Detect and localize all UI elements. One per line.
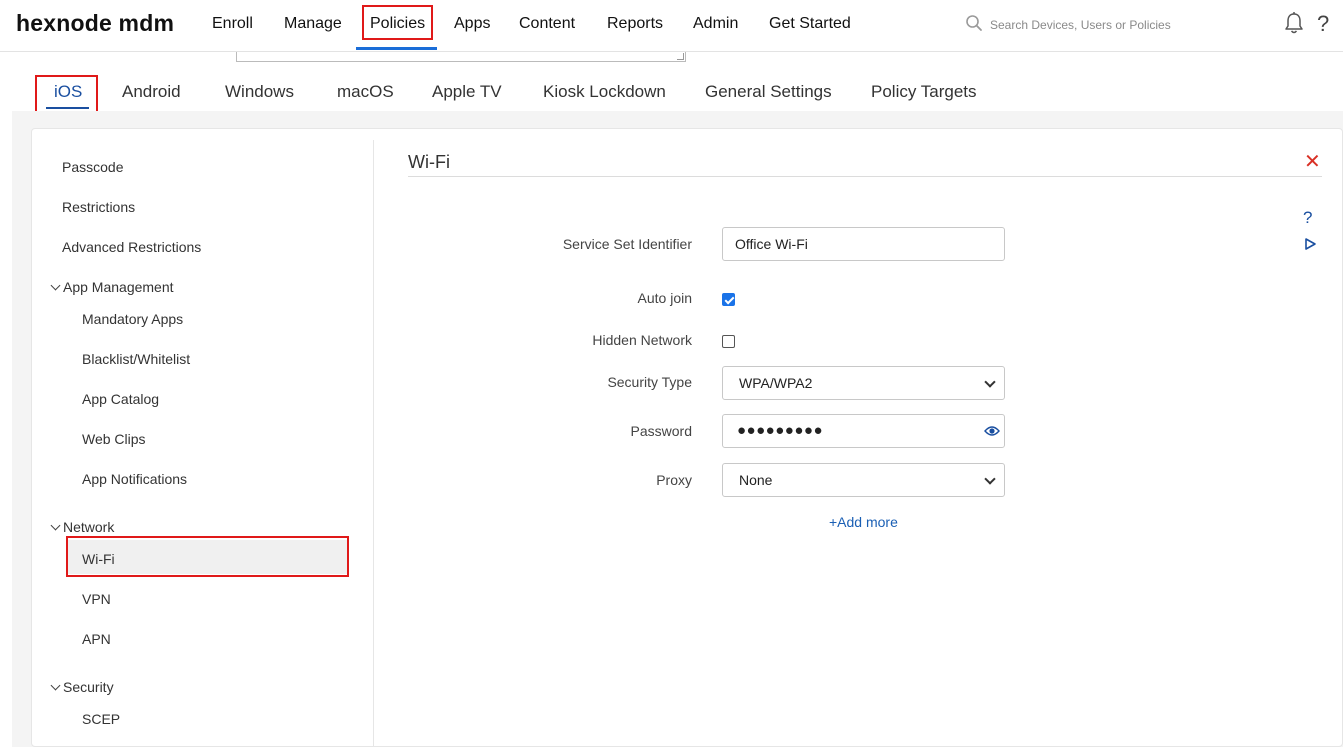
sidebar-item-app-catalog[interactable]: App Catalog xyxy=(82,391,159,407)
sidebar-item-scep[interactable]: SCEP xyxy=(82,711,120,727)
nav-admin[interactable]: Admin xyxy=(693,15,738,33)
sidebar-group-network[interactable]: Network xyxy=(50,519,115,535)
chevron-down-icon xyxy=(984,473,996,485)
tab-active-underline xyxy=(46,107,89,109)
security-type-label: Security Type xyxy=(607,374,692,390)
tab-general-settings[interactable]: General Settings xyxy=(705,82,832,102)
proxy-select[interactable]: None xyxy=(722,463,1005,497)
hidden-network-label: Hidden Network xyxy=(592,332,692,348)
sidebar-item-passcode[interactable]: Passcode xyxy=(62,159,123,175)
nav-apps[interactable]: Apps xyxy=(454,15,490,33)
sidebar-item-vpn[interactable]: VPN xyxy=(82,591,111,607)
password-input[interactable]: ●●●●●●●●● xyxy=(722,414,1005,448)
search-input[interactable] xyxy=(990,14,1250,36)
password-label: Password xyxy=(630,423,692,439)
sidebar-item-web-clips[interactable]: Web Clips xyxy=(82,431,146,447)
security-type-value: WPA/WPA2 xyxy=(739,375,813,391)
chevron-down-icon xyxy=(50,680,61,691)
nav-get-started[interactable]: Get Started xyxy=(769,15,851,33)
nav-manage[interactable]: Manage xyxy=(284,15,342,33)
ssid-input[interactable] xyxy=(722,227,1005,261)
add-more-link[interactable]: +Add more xyxy=(829,514,898,530)
sidebar-item-wi-fi[interactable]: Wi-Fi xyxy=(82,551,115,567)
textarea-remnant[interactable] xyxy=(236,52,686,62)
sidebar-item-app-notifications[interactable]: App Notifications xyxy=(82,471,187,487)
proxy-value: None xyxy=(739,472,773,488)
sidebar-group-security[interactable]: Security xyxy=(50,679,114,695)
help-icon[interactable]: ? xyxy=(1317,11,1329,37)
proxy-label: Proxy xyxy=(656,472,692,488)
nav-policies[interactable]: Policies xyxy=(370,15,425,33)
nav-content[interactable]: Content xyxy=(519,15,575,33)
security-type-select[interactable]: WPA/WPA2 xyxy=(722,366,1005,400)
sidebar-divider xyxy=(373,140,374,747)
tab-policy-targets[interactable]: Policy Targets xyxy=(871,82,977,102)
auto-join-label: Auto join xyxy=(637,290,692,306)
tab-kiosk-lockdown[interactable]: Kiosk Lockdown xyxy=(543,82,666,102)
resize-grip-icon xyxy=(677,53,684,60)
hidden-network-checkbox[interactable] xyxy=(722,335,735,348)
ssid-label: Service Set Identifier xyxy=(562,236,692,252)
search-icon[interactable] xyxy=(965,14,983,32)
nav-enroll[interactable]: Enroll xyxy=(212,15,253,33)
nav-active-underline xyxy=(356,47,437,50)
sidebar-item-blacklist-whitelist[interactable]: Blacklist/Whitelist xyxy=(82,351,190,367)
sidebar-group-label: App Management xyxy=(63,279,174,295)
tab-macos[interactable]: macOS xyxy=(337,82,394,102)
tab-apple-tv[interactable]: Apple TV xyxy=(432,82,502,102)
sidebar-item-apn[interactable]: APN xyxy=(82,631,111,647)
sidebar-group-label: Security xyxy=(63,679,114,695)
tab-ios[interactable]: iOS xyxy=(54,82,82,102)
chevron-down-icon xyxy=(50,280,61,291)
section-divider xyxy=(408,176,1322,177)
nav-reports[interactable]: Reports xyxy=(607,15,663,33)
app-logo[interactable]: hexnode mdm xyxy=(16,10,174,37)
help-icon[interactable]: ? xyxy=(1303,208,1312,228)
section-title: Wi-Fi xyxy=(408,152,450,172)
chevron-down-icon xyxy=(984,376,996,388)
password-masked-value: ●●●●●●●●● xyxy=(737,422,824,439)
tab-android[interactable]: Android xyxy=(122,82,181,102)
top-navigation-bar: hexnode mdm Enroll Manage Policies Apps … xyxy=(0,0,1343,52)
sidebar-item-mandatory-apps[interactable]: Mandatory Apps xyxy=(82,311,183,327)
auto-join-checkbox[interactable] xyxy=(722,293,735,306)
play-icon[interactable] xyxy=(1303,237,1317,251)
close-icon[interactable]: ✕ xyxy=(1304,152,1321,172)
sidebar-item-restrictions[interactable]: Restrictions xyxy=(62,199,135,215)
chevron-down-icon xyxy=(50,520,61,531)
bell-icon[interactable] xyxy=(1283,11,1305,35)
sidebar-item-advanced-restrictions[interactable]: Advanced Restrictions xyxy=(62,239,201,255)
eye-icon[interactable] xyxy=(984,424,1000,438)
sidebar-group-label: Network xyxy=(63,519,115,535)
tab-windows[interactable]: Windows xyxy=(225,82,294,102)
sidebar-group-app-management[interactable]: App Management xyxy=(50,279,174,295)
